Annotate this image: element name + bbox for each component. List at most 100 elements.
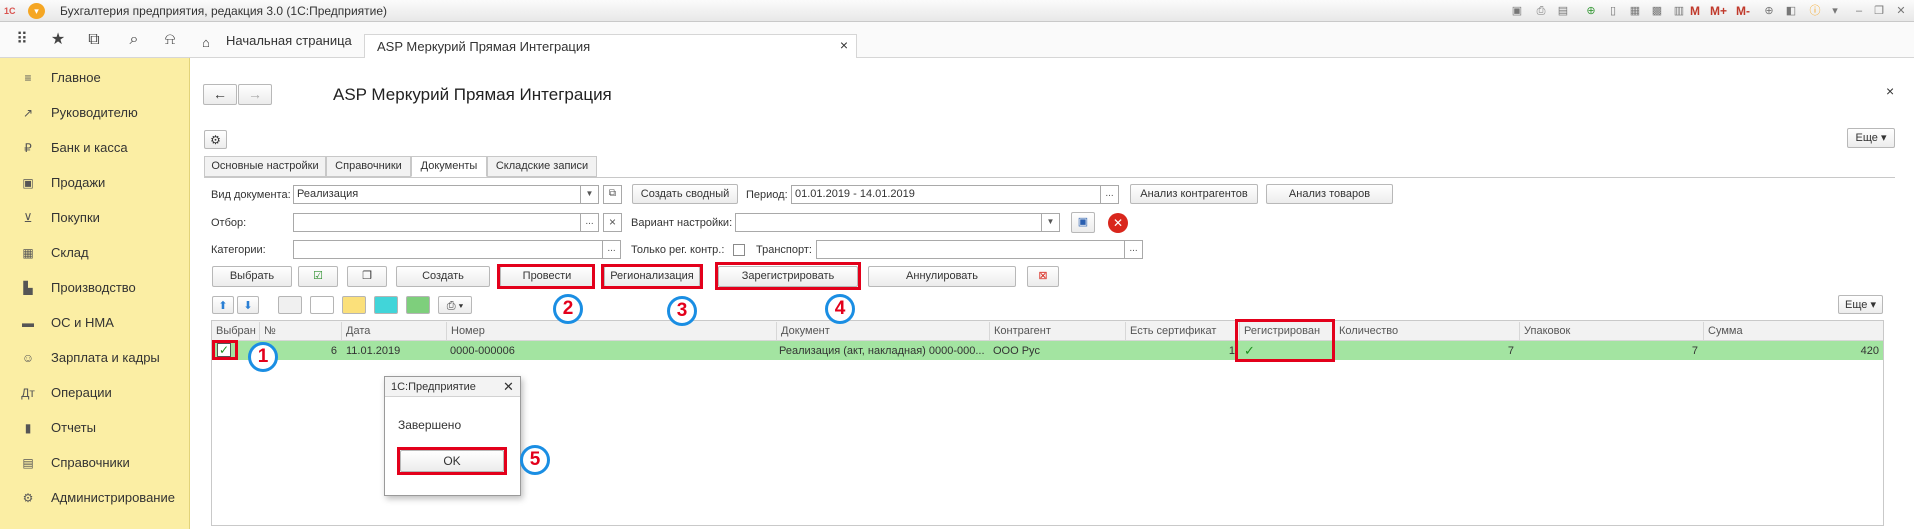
save-icon[interactable]: ▣ <box>1510 4 1524 18</box>
doc-type-field[interactable]: Реализация <box>293 185 581 204</box>
more-icon[interactable]: ▾ <box>1828 4 1842 18</box>
attach-icon[interactable]: ⊕ <box>1584 4 1598 18</box>
search-icon[interactable]: ⌕ <box>124 30 144 50</box>
memory-mplus-button[interactable]: M+ <box>1710 3 1727 19</box>
form-close-icon[interactable]: × <box>1886 83 1894 99</box>
sidebar-item[interactable]: ▮ Отчеты <box>20 416 190 440</box>
sidebar-item[interactable]: ⊻ Покупки <box>20 206 190 230</box>
table-icon[interactable]: ▦ <box>1628 4 1642 18</box>
more-button-table[interactable]: Еще ▾ <box>1838 295 1883 314</box>
tab-catalogs[interactable]: Справочники <box>326 156 411 177</box>
copy-icon[interactable]: ❐ <box>347 266 387 287</box>
only-reg-checkbox[interactable] <box>733 244 745 256</box>
memory-m-button[interactable]: M <box>1690 3 1700 19</box>
col-date[interactable]: Дата <box>341 322 446 340</box>
color-green-button[interactable] <box>406 296 430 314</box>
more-button-top[interactable]: Еще ▾ <box>1847 128 1895 148</box>
variant-field[interactable] <box>735 213 1045 232</box>
memory-mminus-button[interactable]: M- <box>1736 3 1750 19</box>
settings-gear-icon[interactable]: ⚙ <box>204 130 227 149</box>
analysis-goods-button[interactable]: Анализ товаров <box>1266 184 1393 204</box>
sidebar-item[interactable]: ▣ Продажи <box>20 171 190 195</box>
transport-select-button[interactable]: ... <box>1124 240 1143 259</box>
check-all-icon[interactable]: ☑ <box>298 266 338 287</box>
sidebar-item-label: Покупки <box>51 210 100 225</box>
tab-main-settings[interactable]: Основные настройки <box>204 156 326 177</box>
forward-button[interactable]: → <box>238 84 272 105</box>
restore-icon[interactable]: ❐ <box>1872 4 1886 18</box>
tab-documents[interactable]: Документы <box>411 156 487 177</box>
sidebar-item[interactable]: ▬ ОС и НМА <box>20 311 190 335</box>
create-summary-button[interactable]: Создать сводный <box>632 184 738 204</box>
cell-quantity: 7 <box>1507 345 1514 357</box>
categories-select-button[interactable]: ... <box>602 240 621 259</box>
tab-warehouse-records[interactable]: Складские записи <box>487 156 597 177</box>
col-selected[interactable]: Выбран <box>212 322 259 340</box>
color-yellow-button[interactable] <box>342 296 366 314</box>
sidebar-item[interactable]: ▙ Производство <box>20 276 190 300</box>
color-gray-button[interactable] <box>278 296 302 314</box>
print-menu-button[interactable]: ⎙ ▾ <box>438 296 472 314</box>
filter-select-button[interactable]: ... <box>580 213 599 232</box>
print-icon[interactable]: ⎙ <box>1534 4 1548 18</box>
cell-doc-number: 0000-000006 <box>450 345 515 357</box>
panels-icon[interactable]: ◧ <box>1784 4 1798 18</box>
highlight-register-button <box>715 262 861 290</box>
period-field[interactable]: 01.01.2019 - 14.01.2019 <box>791 185 1101 204</box>
info-icon[interactable]: ⓘ <box>1808 4 1822 18</box>
select-button[interactable]: Выбрать <box>212 266 292 287</box>
apps-grid-icon[interactable]: ⠿ <box>12 30 32 50</box>
color-white-button[interactable] <box>310 296 334 314</box>
variant-dropdown-icon[interactable]: ▼ <box>1041 213 1060 232</box>
preview-icon[interactable]: ▤ <box>1556 4 1570 18</box>
categories-field[interactable] <box>293 240 603 259</box>
filter-clear-icon[interactable]: × <box>603 213 622 232</box>
color-cyan-button[interactable] <box>374 296 398 314</box>
calculator-icon[interactable]: ▩ <box>1650 4 1664 18</box>
back-button[interactable]: ← <box>203 84 237 105</box>
sidebar-item[interactable]: ☺ Зарплата и кадры <box>20 346 190 370</box>
col-quantity[interactable]: Количество <box>1334 322 1519 340</box>
col-doc-number[interactable]: Номер <box>446 322 776 340</box>
sidebar-item[interactable]: ⚙ Администрирование <box>20 486 190 510</box>
zoom-icon[interactable]: ⊕ <box>1762 4 1776 18</box>
move-down-icon[interactable]: ⬇ <box>237 296 259 314</box>
tab-asp-mercury-label: ASP Меркурий Прямая Интеграция <box>377 39 591 54</box>
sidebar-item[interactable]: ▤ Справочники <box>20 451 190 475</box>
sidebar-item[interactable]: ₽ Банк и касса <box>20 136 190 160</box>
delete-document-icon[interactable]: ⊠ <box>1027 266 1059 287</box>
window-title: Бухгалтерия предприятия, редакция 3.0 (1… <box>60 4 388 18</box>
sidebar-item[interactable]: ≡ Главное <box>20 66 190 90</box>
tab-close-icon[interactable]: × <box>840 37 848 53</box>
save-settings-icon[interactable]: ▣ <box>1071 212 1095 233</box>
window-close-icon[interactable]: ✕ <box>1894 4 1908 18</box>
tab-asp-mercury[interactable]: ASP Меркурий Прямая Интеграция × <box>364 34 857 58</box>
period-select-button[interactable]: ... <box>1100 185 1119 204</box>
sidebar-item[interactable]: ▦ Склад <box>20 241 190 265</box>
history-icon[interactable]: ⧉ <box>84 30 104 50</box>
app-menu-button[interactable]: ▾ <box>28 3 45 19</box>
col-sum[interactable]: Сумма <box>1703 322 1883 340</box>
col-certificate[interactable]: Есть сертификат <box>1125 322 1239 340</box>
bell-icon[interactable]: ⍾ <box>160 30 180 50</box>
annul-button[interactable]: Аннулировать <box>868 266 1016 287</box>
filter-field[interactable] <box>293 213 581 232</box>
calendar-icon[interactable]: ▥ <box>1672 4 1686 18</box>
sidebar-item[interactable]: ↗ Руководителю <box>20 101 190 125</box>
col-packs[interactable]: Упаковок <box>1519 322 1703 340</box>
favorites-star-icon[interactable]: ★ <box>48 30 68 50</box>
move-up-icon[interactable]: ⬆ <box>212 296 234 314</box>
col-document[interactable]: Документ <box>776 322 989 340</box>
transport-field[interactable] <box>816 240 1126 259</box>
col-number[interactable]: № <box>259 322 341 340</box>
document-icon[interactable]: ▯ <box>1606 4 1620 18</box>
create-button[interactable]: Создать <box>396 266 490 287</box>
sidebar-item[interactable]: Дт Операции <box>20 381 190 405</box>
doc-type-open-icon[interactable]: ⧉ <box>603 185 622 204</box>
analysis-contractors-button[interactable]: Анализ контрагентов <box>1130 184 1258 204</box>
minimize-icon[interactable]: ‒ <box>1852 4 1866 18</box>
col-contractor[interactable]: Контрагент <box>989 322 1125 340</box>
delete-settings-icon[interactable]: ✕ <box>1108 213 1128 233</box>
doc-type-dropdown-icon[interactable]: ▼ <box>580 185 599 204</box>
dialog-close-icon[interactable]: ✕ <box>503 379 514 395</box>
